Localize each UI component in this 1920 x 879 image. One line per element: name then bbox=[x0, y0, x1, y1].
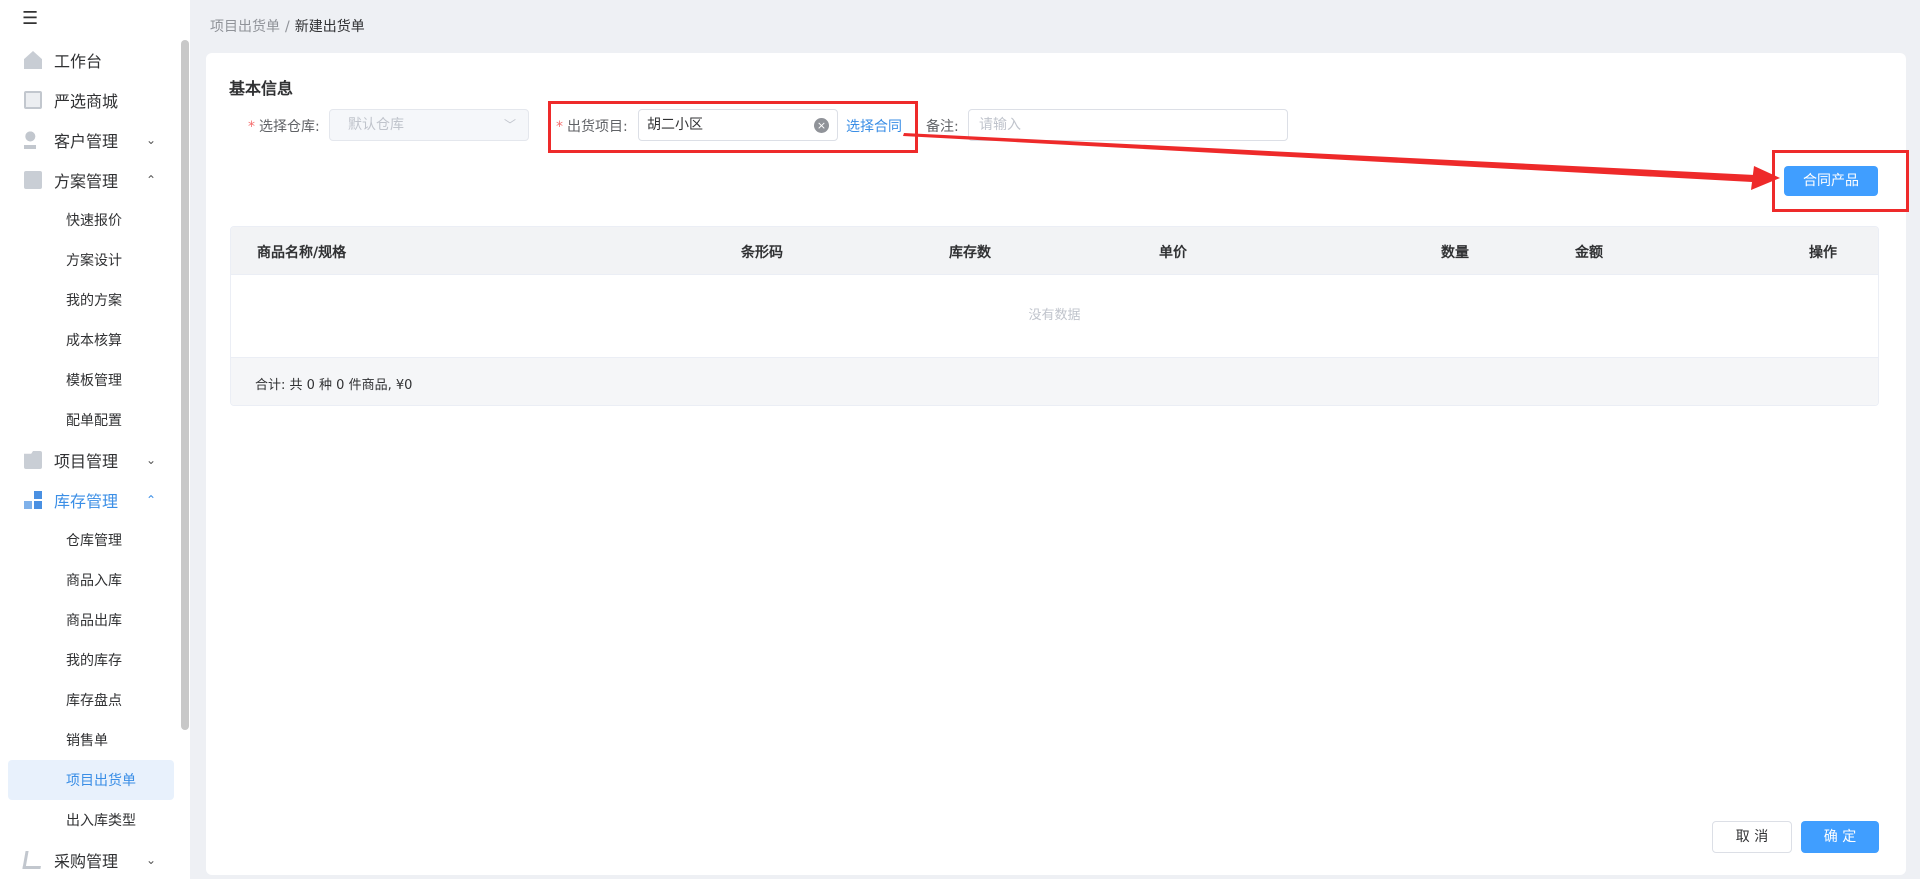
sidebar-item-plans[interactable]: 方案管理 ⌃ bbox=[0, 160, 178, 200]
remark-input[interactable]: 请输入 bbox=[968, 109, 1288, 141]
plan-icon bbox=[24, 171, 42, 189]
home-icon bbox=[24, 51, 42, 69]
sidebar-sub-label: 我的库存 bbox=[66, 653, 122, 669]
breadcrumb: 项目出货单 / 新建出货单 bbox=[210, 16, 365, 36]
chevron-up-icon: ⌃ bbox=[146, 493, 157, 507]
cart-icon bbox=[22, 851, 44, 869]
chevron-down-icon: ⌄ bbox=[146, 453, 157, 467]
sidebar-sub-plan-design[interactable]: 方案设计 bbox=[8, 240, 174, 280]
main-card: 基本信息 * 选择仓库: 默认仓库 ﹀ * 出货项目: 胡二小区 × 选择合同 备注… bbox=[206, 53, 1906, 875]
column-header: 金额 bbox=[1575, 245, 1603, 261]
sidebar-sub-cost[interactable]: 成本核算 bbox=[8, 320, 174, 360]
table-header: 商品名称/规格 条形码 库存数 单价 数量 金额 操作 bbox=[231, 227, 1878, 275]
empty-text: 没有数据 bbox=[1028, 308, 1081, 323]
sidebar-item-stock[interactable]: 库存管理 ⌃ bbox=[0, 480, 178, 520]
sidebar-sub-my-stock[interactable]: 我的库存 bbox=[8, 640, 174, 680]
sidebar-item-projects[interactable]: 项目管理 ⌄ bbox=[0, 440, 178, 480]
sidebar-sub-label: 仓库管理 bbox=[66, 533, 122, 549]
warehouse-select-value: 默认仓库 bbox=[348, 117, 404, 133]
sidebar-sub-label: 配单配置 bbox=[66, 413, 122, 429]
collapse-menu-icon[interactable]: ☰ bbox=[22, 8, 38, 29]
sidebar-item-mall[interactable]: 严选商城 bbox=[0, 80, 178, 120]
shop-icon bbox=[24, 91, 42, 109]
sidebar-sub-stock-out[interactable]: 商品出库 bbox=[8, 600, 174, 640]
stock-icon bbox=[24, 491, 42, 509]
sidebar-item-workbench[interactable]: 工作台 bbox=[0, 40, 178, 80]
sidebar-item-label: 严选商城 bbox=[54, 92, 119, 111]
breadcrumb-separator: / bbox=[285, 19, 290, 35]
section-title: 基本信息 bbox=[229, 79, 294, 98]
sidebar-item-label: 项目管理 bbox=[54, 452, 119, 471]
breadcrumb-current: 新建出货单 bbox=[294, 19, 365, 35]
sidebar-scrollbar[interactable] bbox=[181, 40, 189, 730]
required-mark: * bbox=[248, 119, 255, 135]
sidebar-item-label: 库存管理 bbox=[54, 492, 119, 511]
sidebar-sub-label: 我的方案 bbox=[66, 293, 122, 309]
warehouse-label: * 选择仓库: bbox=[248, 116, 320, 136]
sidebar-sub-label: 商品入库 bbox=[66, 573, 122, 589]
sidebar-sub-label: 成本核算 bbox=[66, 333, 122, 349]
sidebar-sub-label: 库存盘点 bbox=[66, 693, 122, 709]
cancel-button[interactable]: 取 消 bbox=[1712, 821, 1792, 853]
sidebar-sub-stocktake[interactable]: 库存盘点 bbox=[8, 680, 174, 720]
column-header: 条形码 bbox=[741, 245, 783, 261]
customer-icon bbox=[24, 131, 42, 149]
column-header: 数量 bbox=[1441, 245, 1469, 261]
annotation-box-project bbox=[548, 101, 918, 153]
sidebar-item-purchase[interactable]: 采购管理 ⌄ bbox=[0, 840, 178, 879]
sidebar-sub-project-shipment[interactable]: 项目出货单 bbox=[8, 760, 174, 800]
sidebar-sub-stock-in[interactable]: 商品入库 bbox=[8, 560, 174, 600]
sidebar: ☰ 工作台 严选商城 客户管理 ⌄ 方案管理 ⌃ 快速报价 方案设计 我的方案 … bbox=[0, 0, 190, 879]
warehouse-select[interactable]: 默认仓库 ﹀ bbox=[329, 109, 529, 141]
sidebar-sub-templates[interactable]: 模板管理 bbox=[8, 360, 174, 400]
sidebar-sub-io-types[interactable]: 出入库类型 bbox=[8, 800, 174, 840]
chevron-down-icon: ⌄ bbox=[146, 853, 157, 867]
summary-text: 合计: 共 0 种 0 件商品, ¥0 bbox=[255, 378, 413, 393]
column-header: 操作 bbox=[1809, 245, 1837, 261]
sidebar-sub-label: 销售单 bbox=[66, 733, 108, 749]
chevron-up-icon: ⌃ bbox=[146, 173, 157, 187]
sidebar-sub-label: 项目出货单 bbox=[66, 773, 136, 789]
sidebar-sub-sales[interactable]: 销售单 bbox=[8, 720, 174, 760]
confirm-button[interactable]: 确 定 bbox=[1801, 821, 1879, 853]
sidebar-sub-label: 出入库类型 bbox=[66, 813, 136, 829]
breadcrumb-parent[interactable]: 项目出货单 bbox=[210, 19, 280, 35]
products-table: 商品名称/规格 条形码 库存数 单价 数量 金额 操作 没有数据 合计: 共 0… bbox=[230, 226, 1879, 406]
sidebar-item-label: 工作台 bbox=[54, 52, 103, 71]
sidebar-sub-label: 模板管理 bbox=[66, 373, 122, 389]
folder-icon bbox=[24, 451, 42, 469]
remark-label: 备注: bbox=[926, 119, 959, 135]
sidebar-sub-warehouse[interactable]: 仓库管理 bbox=[8, 520, 174, 560]
column-header: 库存数 bbox=[949, 245, 991, 261]
remark-placeholder: 请输入 bbox=[979, 117, 1021, 133]
sidebar-sub-label: 商品出库 bbox=[66, 613, 122, 629]
sidebar-item-label: 客户管理 bbox=[54, 132, 119, 151]
sidebar-sub-quick-quote[interactable]: 快速报价 bbox=[8, 200, 174, 240]
column-header: 商品名称/规格 bbox=[257, 245, 347, 261]
sidebar-item-customers[interactable]: 客户管理 ⌄ bbox=[0, 120, 178, 160]
warehouse-label-text: 选择仓库: bbox=[259, 119, 320, 135]
sidebar-sub-label: 方案设计 bbox=[66, 253, 122, 269]
sidebar-sub-my-plans[interactable]: 我的方案 bbox=[8, 280, 174, 320]
chevron-down-icon: ⌄ bbox=[146, 133, 157, 147]
chevron-down-icon: ﹀ bbox=[503, 118, 516, 132]
sidebar-item-label: 采购管理 bbox=[54, 852, 119, 871]
sidebar-sub-config[interactable]: 配单配置 bbox=[8, 400, 174, 440]
annotation-box-contract-products bbox=[1772, 150, 1909, 212]
sidebar-item-label: 方案管理 bbox=[54, 172, 119, 191]
column-header: 单价 bbox=[1159, 245, 1187, 261]
table-summary-row: 合计: 共 0 种 0 件商品, ¥0 bbox=[231, 357, 1878, 405]
sidebar-sub-label: 快速报价 bbox=[66, 213, 122, 229]
